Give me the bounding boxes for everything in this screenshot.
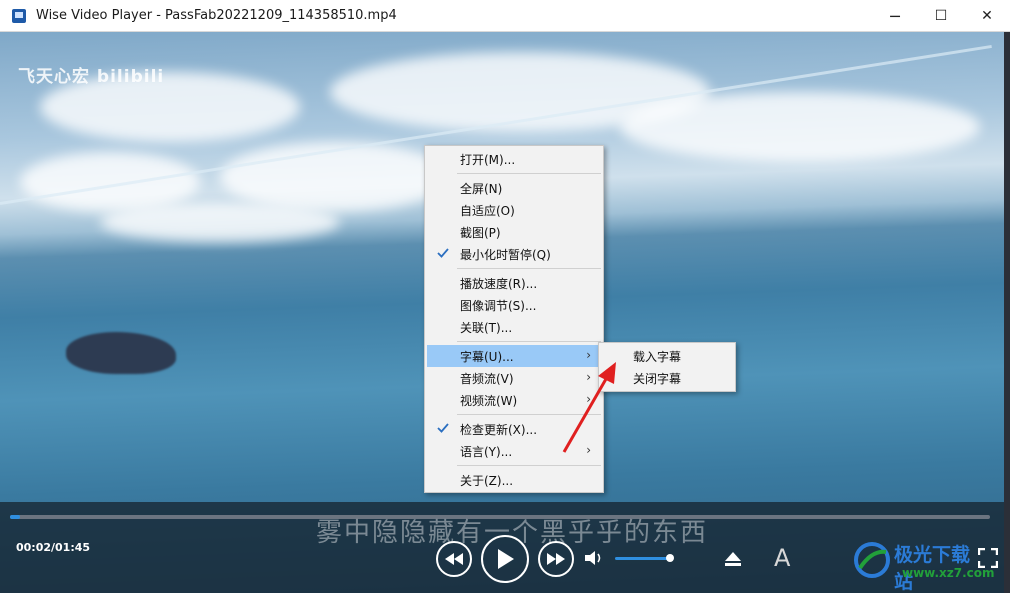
menu-item-label: 自适应(O) [460,203,515,218]
fast-forward-icon [547,553,565,565]
subtitle-font-button[interactable]: A [774,544,790,572]
play-button[interactable] [481,535,529,583]
menu-item-label: 检查更新(X)... [460,422,538,437]
menu-item-label: 图像调节(S)... [460,298,537,313]
checkmark-icon [437,423,449,433]
menu-item-label: 视频流(W) [460,393,518,408]
app-icon [12,8,26,23]
cloud [100,202,340,242]
site-watermark: 极光下载站 www.xz7.com [852,538,995,593]
window-controls: ─ ☐ ✕ [872,0,1010,32]
menu-item[interactable]: 自适应(O) [427,199,601,221]
menu-item[interactable]: 图像调节(S)... [427,294,601,316]
player-controls: 雾中隐隐藏有一个黑乎乎的东西 00:02/01:45 A 极光下载站 www.x… [0,502,1004,593]
minimize-button[interactable]: ─ [872,0,918,32]
rock-silhouette [66,332,176,374]
annotation-arrow-icon [562,362,616,453]
maximize-button[interactable]: ☐ [918,0,964,32]
volume-slider-knob[interactable] [666,554,675,562]
volume-icon[interactable] [585,550,605,566]
cloud [620,92,980,162]
rewind-icon [445,553,463,565]
volume-slider[interactable] [615,557,671,560]
fast-forward-button[interactable] [538,541,574,577]
time-display: 00:02/01:45 [16,541,91,554]
play-icon [498,549,514,569]
menu-item[interactable]: 关联(T)... [427,316,601,338]
eject-icon[interactable] [724,551,742,567]
menu-separator [457,341,601,342]
menu-item[interactable]: 打开(M)... [427,148,601,170]
cloud [220,142,450,212]
fullscreen-icon[interactable] [978,548,998,568]
title-bar: Wise Video Player - PassFab20221209_1143… [0,0,1010,32]
close-button[interactable]: ✕ [964,0,1010,32]
menu-item-label: 打开(M)... [460,152,516,167]
menu-item[interactable]: 全屏(N) [427,177,601,199]
window-edge [1004,32,1010,593]
site-logo-icon [854,542,890,578]
menu-separator [457,173,601,174]
menu-item-label: 语言(Y)... [460,444,513,459]
submenu-item[interactable]: 载入字幕 [601,345,733,367]
site-url: www.xz7.com [902,566,995,580]
video-watermark: 飞天心宏 bilibili [18,67,165,87]
menu-separator [457,268,601,269]
menu-item-label: 最小化时暂停(Q) [460,247,551,262]
menu-item-label: 字幕(U)... [460,349,514,364]
menu-item-label: 关联(T)... [460,320,513,335]
menu-item-label: 全屏(N) [460,181,503,196]
menu-item-label: 截图(P) [460,225,501,240]
menu-separator [457,465,601,466]
menu-item-label: 关于(Z)... [460,473,514,488]
menu-item-label: 播放速度(R)... [460,276,538,291]
checkmark-icon [437,248,449,258]
menu-item[interactable]: 播放速度(R)... [427,272,601,294]
menu-item[interactable]: 关于(Z)... [427,469,601,491]
rewind-button[interactable] [436,541,472,577]
menu-item[interactable]: 最小化时暂停(Q) [427,243,601,265]
menu-item-label: 音频流(V) [460,371,514,386]
menu-item[interactable]: 截图(P) [427,221,601,243]
submenu-item[interactable]: 关闭字幕 [601,367,733,389]
window-title: Wise Video Player - PassFab20221209_1143… [36,8,397,23]
